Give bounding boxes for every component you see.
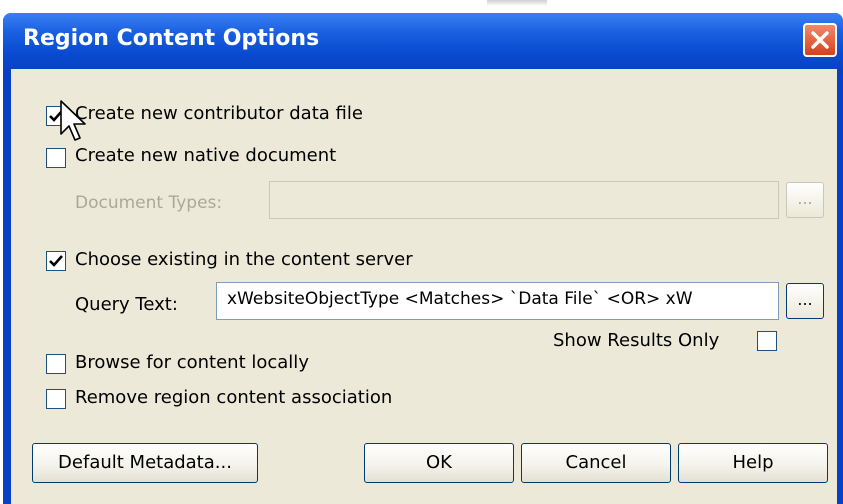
query-text-label: Query Text: [75, 294, 178, 315]
document-types-label: Document Types: [75, 193, 223, 213]
ok-button[interactable]: OK [364, 443, 514, 483]
close-icon [811, 31, 829, 49]
choose-existing-checkbox[interactable] [46, 251, 66, 271]
create-contributor-label[interactable]: Create new contributor data file [75, 103, 363, 124]
choose-existing-label[interactable]: Choose existing in the content server [75, 249, 413, 270]
create-native-label[interactable]: Create new native document [75, 145, 336, 166]
checkmark-icon [49, 255, 63, 267]
show-results-only-checkbox[interactable] [757, 331, 777, 351]
default-metadata-button[interactable]: Default Metadata... [32, 443, 258, 483]
query-text-field[interactable]: xWebsiteObjectType <Matches> `Data File`… [216, 282, 779, 320]
mouse-pointer-icon [60, 100, 86, 141]
help-button[interactable]: Help [678, 443, 828, 483]
document-types-browse-button[interactable]: ... [786, 182, 824, 218]
background-shade [487, 0, 547, 6]
window-title: Region Content Options [23, 26, 320, 51]
title-bar[interactable]: Region Content Options [3, 13, 843, 69]
document-types-field[interactable] [269, 181, 779, 219]
dialog-body: Create new contributor data file Create … [11, 69, 837, 504]
background-strip [0, 0, 843, 14]
cancel-button[interactable]: Cancel [521, 443, 671, 483]
remove-association-label[interactable]: Remove region content association [75, 387, 392, 408]
remove-association-checkbox[interactable] [46, 389, 66, 409]
close-button[interactable] [803, 23, 837, 57]
show-results-only-label[interactable]: Show Results Only [553, 330, 719, 351]
browse-local-label[interactable]: Browse for content locally [75, 352, 309, 373]
create-native-checkbox[interactable] [46, 148, 66, 168]
browse-local-checkbox[interactable] [46, 354, 66, 374]
query-text-browse-button[interactable]: ... [786, 283, 824, 319]
query-text-value: xWebsiteObjectType <Matches> `Data File`… [227, 289, 693, 309]
dialog-window: Region Content Options Create new contri… [3, 13, 843, 504]
